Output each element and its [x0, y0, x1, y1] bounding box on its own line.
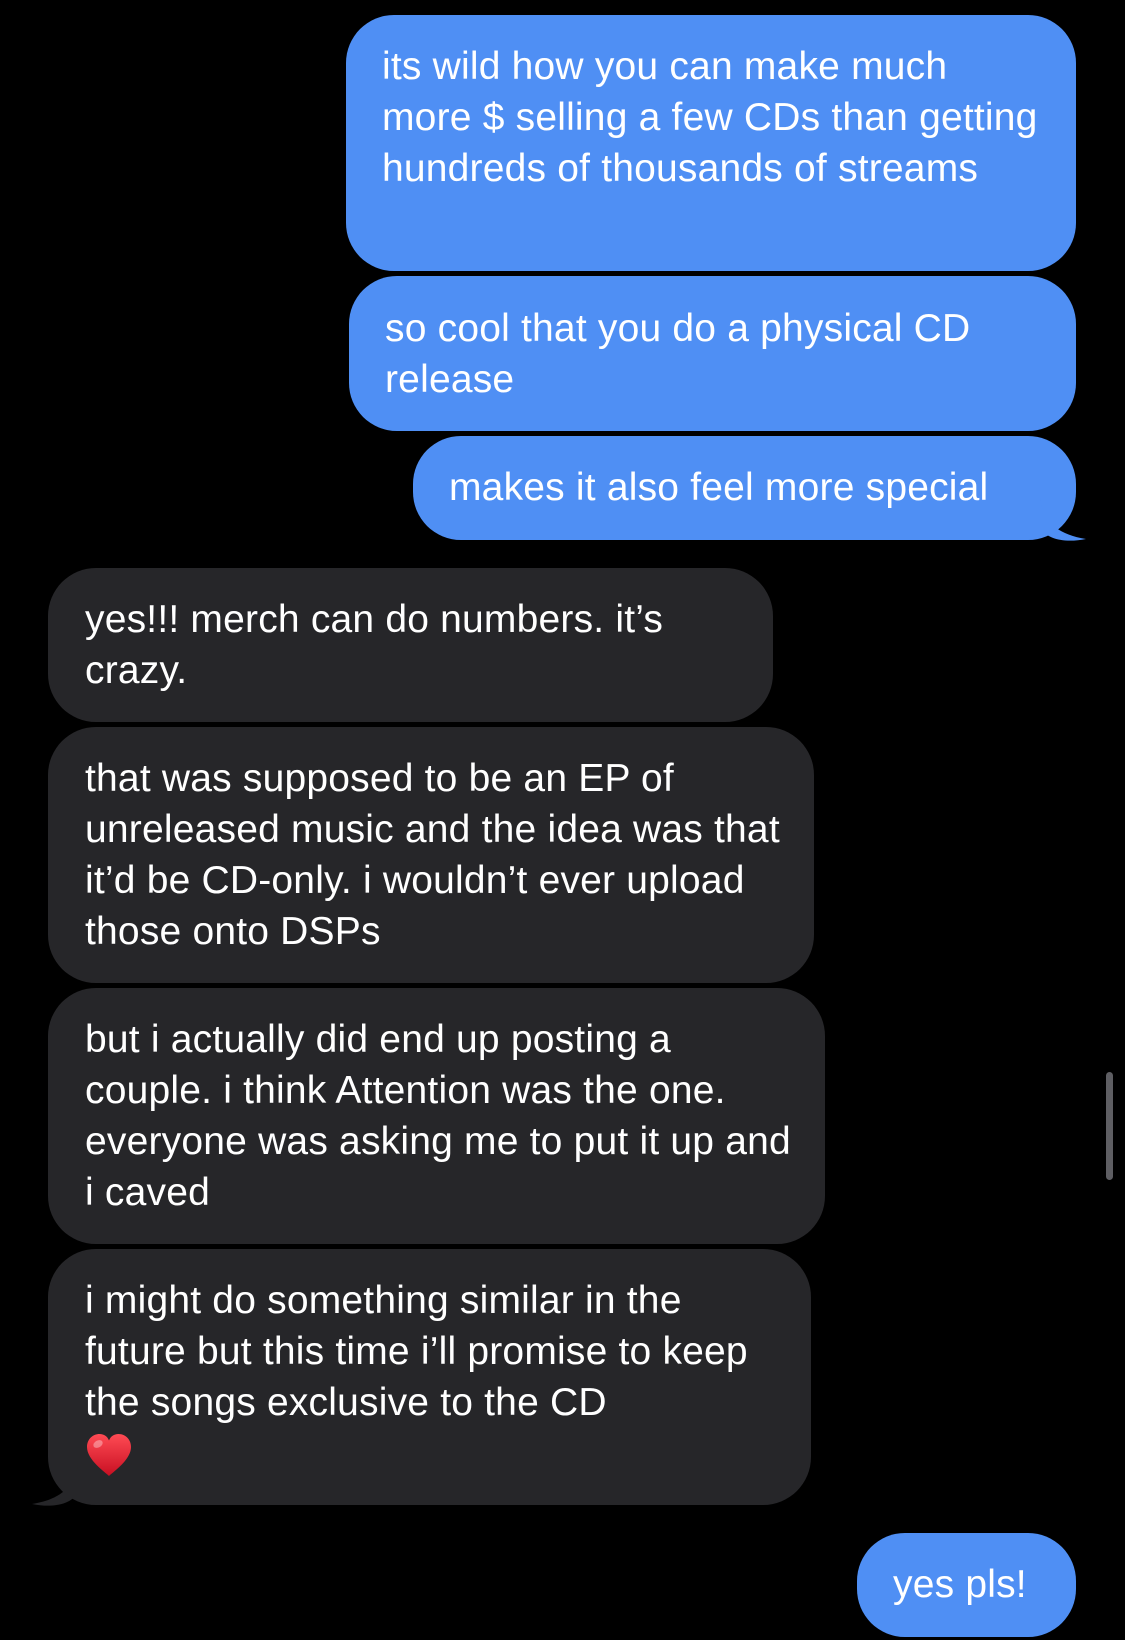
- message-thread[interactable]: its wild how you can make much more $ se…: [0, 0, 1125, 1640]
- heart-icon: [85, 1432, 133, 1491]
- sent-bubble-tail: [1040, 498, 1086, 541]
- sent-message-bubble[interactable]: its wild how you can make much more $ se…: [346, 15, 1076, 271]
- received-message-bubble[interactable]: i might do something similar in the futu…: [48, 1249, 811, 1505]
- message-text: i might do something similar in the futu…: [85, 1279, 748, 1424]
- message-text: so cool that you do a physical CD releas…: [385, 307, 971, 401]
- received-message-bubble[interactable]: that was supposed to be an EP of unrelea…: [48, 727, 814, 983]
- received-bubble-tail: [32, 1463, 78, 1506]
- scroll-indicator[interactable]: [1106, 1072, 1113, 1180]
- message-text: its wild how you can make much more $ se…: [382, 45, 1038, 190]
- received-message-bubble[interactable]: but i actually did end up posting a coup…: [48, 988, 825, 1244]
- message-text: but i actually did end up posting a coup…: [85, 1018, 791, 1214]
- message-text: that was supposed to be an EP of unrelea…: [85, 757, 780, 953]
- sent-message-bubble[interactable]: yes pls!: [857, 1533, 1076, 1637]
- message-text: yes!!! merch can do numbers. it’s crazy.: [85, 598, 664, 692]
- sent-message-bubble[interactable]: makes it also feel more special: [413, 436, 1076, 540]
- sent-message-bubble[interactable]: so cool that you do a physical CD releas…: [349, 276, 1076, 431]
- received-message-bubble[interactable]: yes!!! merch can do numbers. it’s crazy.: [48, 568, 773, 722]
- message-text: makes it also feel more special: [449, 466, 989, 509]
- message-text: yes pls!: [893, 1563, 1027, 1606]
